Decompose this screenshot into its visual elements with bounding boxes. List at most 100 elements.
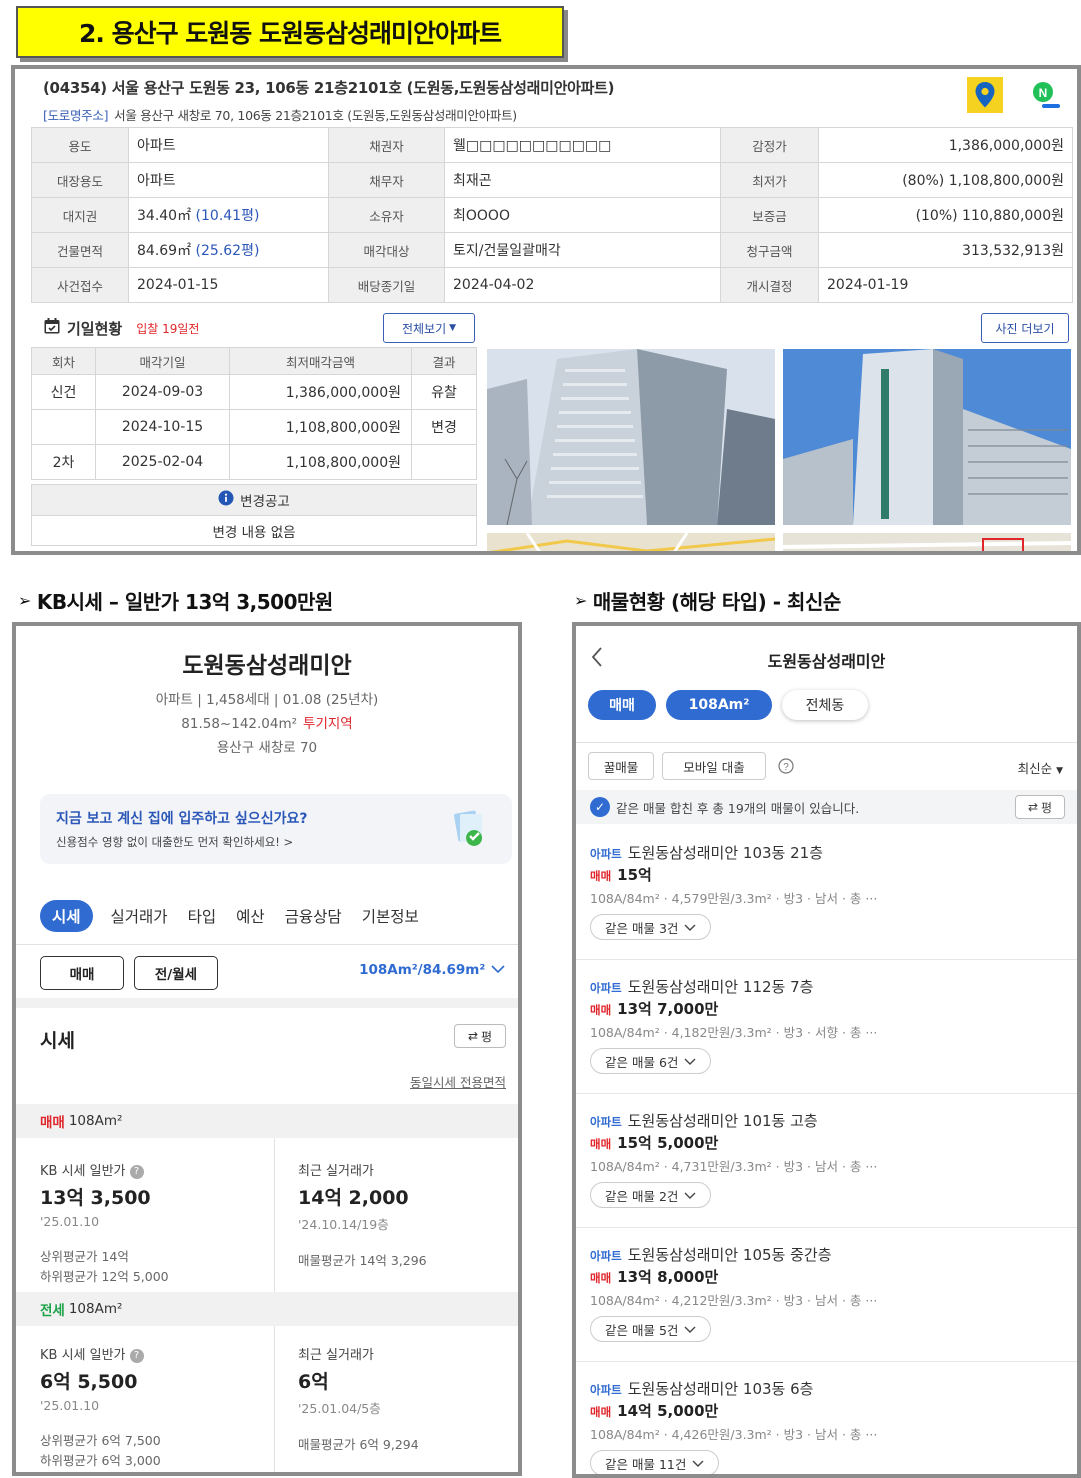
promo-subtitle: 신용점수 영향 없이 대출한도 먼저 확인하세요! > xyxy=(56,835,294,849)
complex-meta: 아파트 | 1,458세대 | 01.08 (25년차) xyxy=(155,692,379,708)
same-listings-button[interactable]: 같은 매물 2건 xyxy=(590,1182,712,1208)
area-selector[interactable]: 108Am²/84.69m² xyxy=(359,962,506,978)
listing-name: 도원동삼성래미안 103동 21층 xyxy=(627,844,824,862)
kb-price-label-text: KB 시세 일반가 xyxy=(40,1164,126,1179)
listing-price: 13억 8,000만 xyxy=(617,1268,719,1286)
loan-promo-banner[interactable]: 지금 보고 계신 집에 입주하고 싶으신가요? 신용점수 영향 없이 대출한도 … xyxy=(40,794,512,864)
listing-price: 15억 5,000만 xyxy=(617,1134,719,1152)
listing-name: 도원동삼성래미안 103동 6층 xyxy=(627,1380,814,1398)
swap-icon: ⇄ xyxy=(1027,800,1038,814)
listing-name: 도원동삼성래미안 105동 중간층 xyxy=(627,1246,832,1264)
tab-type[interactable]: 타입 xyxy=(186,900,219,932)
info-label: 청구금액 xyxy=(720,232,819,268)
upper-average: 상위평균가 14억 xyxy=(40,1249,129,1264)
listing-price-row: 매매 13억 8,000만 xyxy=(590,1266,718,1287)
unit-toggle-button[interactable]: ⇄ 평 xyxy=(454,1024,506,1048)
map-pin-icon[interactable] xyxy=(967,77,1003,113)
listing-name: 도원동삼성래미안 101동 고층 xyxy=(627,1112,818,1130)
same-listings-button[interactable]: 같은 매물 11건 xyxy=(590,1450,720,1474)
svg-text:?: ? xyxy=(783,762,789,773)
same-listings-label: 같은 매물 2건 xyxy=(605,1188,679,1204)
info-value: 웰□□□□□□□□□□□ xyxy=(444,127,721,163)
built-date: 01.08 (25년차) xyxy=(282,692,379,708)
view-all-button[interactable]: 전체보기 ▼ xyxy=(383,313,475,343)
schedule-result: 유찰 xyxy=(411,374,477,410)
chevron-down-icon xyxy=(684,1188,696,1203)
svg-text:N: N xyxy=(1039,86,1048,100)
rent-toggle-button[interactable]: 전/월세 xyxy=(134,956,218,990)
listing-kind: 아파트 xyxy=(590,847,622,861)
chip-sale[interactable]: 매매 xyxy=(588,690,656,720)
listing-item[interactable]: 아파트 도원동삼성래미안 103동 21층 매매 15억 108A/84m² · 4… xyxy=(576,826,1077,960)
info-value: 2024-01-19 xyxy=(818,267,1073,303)
listing-price: 14억 5,000만 xyxy=(617,1402,719,1420)
schedule-date: 2024-09-03 xyxy=(95,374,230,410)
complex-road-address: 용산구 새창로 70 xyxy=(216,740,318,756)
listing-price: 15억 xyxy=(617,866,652,884)
same-listings-button[interactable]: 같은 매물 5건 xyxy=(590,1316,712,1342)
chip-all-buildings[interactable]: 전체동 xyxy=(782,690,868,720)
filter-good-listings[interactable]: 꿀매물 xyxy=(588,752,654,780)
recent-trade-date: '25.01.04/5층 xyxy=(298,1401,381,1416)
complex-title: 도원동삼성래미안 xyxy=(182,653,352,679)
recent-trade-label: 최근 실거래가 xyxy=(298,1348,374,1363)
schedule-col-header: 결과 xyxy=(411,347,477,375)
tab-budget[interactable]: 예산 xyxy=(234,900,267,932)
listing-item[interactable]: 아파트 도원동삼성래미안 101동 고층 매매 15억 5,000만 108A/84… xyxy=(576,1094,1077,1228)
listing-item[interactable]: 아파트 도원동삼성래미안 105동 중간층 매매 13억 8,000만 108A/8… xyxy=(576,1228,1077,1362)
map-thumbnail-1[interactable] xyxy=(487,533,775,551)
listing-kind: 아파트 xyxy=(590,981,622,995)
tab-finance[interactable]: 금융상담 xyxy=(283,900,344,932)
info-label: 사건접수 xyxy=(31,267,129,303)
help-icon[interactable]: ? xyxy=(129,1165,144,1179)
tab-basic-info[interactable]: 기본정보 xyxy=(360,900,421,932)
area-selector-label: 108Am²/84.69m² xyxy=(359,962,486,978)
listing-kind: 아파트 xyxy=(590,1249,622,1263)
filter-mobile-loan[interactable]: 모바일 대출 xyxy=(662,752,766,780)
help-icon[interactable]: ? xyxy=(129,1349,144,1363)
help-circle-icon[interactable]: ? xyxy=(778,758,794,778)
info-label: 채권자 xyxy=(328,127,445,163)
road-address-tag[interactable]: [도로명주소] xyxy=(43,108,108,123)
building-photo-2[interactable] xyxy=(783,349,1071,525)
schedule-date: 2024-10-15 xyxy=(95,409,230,445)
info-label: 대장용도 xyxy=(31,162,129,198)
area-range: 81.58~142.04m² xyxy=(181,716,298,732)
building-photo-1[interactable] xyxy=(487,349,775,525)
recent-trade-value: 14억 2,000 xyxy=(298,1187,409,1209)
listing-kind: 아파트 xyxy=(590,1115,622,1129)
schedule-row: 2차 2025-02-04 1,108,800,000원 xyxy=(31,444,477,480)
listing-title: 아파트 도원동삼성래미안 101동 고층 xyxy=(590,1110,818,1131)
chevron-down-icon xyxy=(684,1322,696,1337)
change-notice-title: 변경공고 xyxy=(240,494,290,510)
more-photos-button[interactable]: 사진 더보기 xyxy=(981,313,1069,343)
same-price-area-link[interactable]: 동일시세 전용면적 xyxy=(410,1072,506,1091)
listing-title: 아파트 도원동삼성래미안 103동 6층 xyxy=(590,1378,813,1399)
bid-countdown: 입찰 19일전 xyxy=(136,321,200,336)
schedule-row: 신건 2024-09-03 1,386,000,000원 유찰 xyxy=(31,374,477,410)
complex-area-row: 81.58~142.04m² 투기지역 xyxy=(16,712,518,732)
divider xyxy=(16,944,518,945)
sort-dropdown[interactable]: 최신순 ▼ xyxy=(1018,758,1063,777)
price-section-title: 시세 xyxy=(40,1030,75,1052)
sale-kb-price: KB 시세 일반가? 13억 3,500 '25.01.10 상위평균가 14억… xyxy=(40,1160,276,1287)
sale-type-header: 매매 108Am² xyxy=(16,1104,518,1138)
map-thumbnail-2[interactable] xyxy=(783,533,1071,551)
tab-price[interactable]: 시세 xyxy=(40,900,93,932)
check-circle-icon[interactable]: ✓ xyxy=(590,797,610,817)
info-value: 최OOOO xyxy=(444,197,721,233)
listing-item[interactable]: 아파트 도원동삼성래미안 112동 7층 매매 13억 7,000만 108A/84… xyxy=(576,960,1077,1094)
same-listings-button[interactable]: 같은 매물 6건 xyxy=(590,1048,712,1074)
same-listings-button[interactable]: 같은 매물 3건 xyxy=(590,914,712,940)
caret-down-icon: ▼ xyxy=(1056,766,1063,776)
naver-map-icon[interactable]: N xyxy=(1027,77,1063,113)
sale-toggle-button[interactable]: 매매 xyxy=(40,956,124,990)
listing-item[interactable]: 아파트 도원동삼성래미안 103동 6층 매매 14억 5,000만 108A/84… xyxy=(576,1362,1077,1474)
road-address: [도로명주소] 서울 용산구 새창로 70, 106동 21층2101호 (도원동… xyxy=(43,105,517,124)
road-address-text: 서울 용산구 새창로 70, 106동 21층2101호 (도원동,도원동삼성래… xyxy=(114,108,517,123)
schedule-col-header: 회차 xyxy=(31,347,96,375)
listing-title: 아파트 도원동삼성래미안 103동 21층 xyxy=(590,842,823,863)
unit-toggle-button[interactable]: ⇄ 평 xyxy=(1015,795,1065,819)
tab-transactions[interactable]: 실거래가 xyxy=(109,900,170,932)
chip-area-type[interactable]: 108Am² xyxy=(666,690,772,720)
